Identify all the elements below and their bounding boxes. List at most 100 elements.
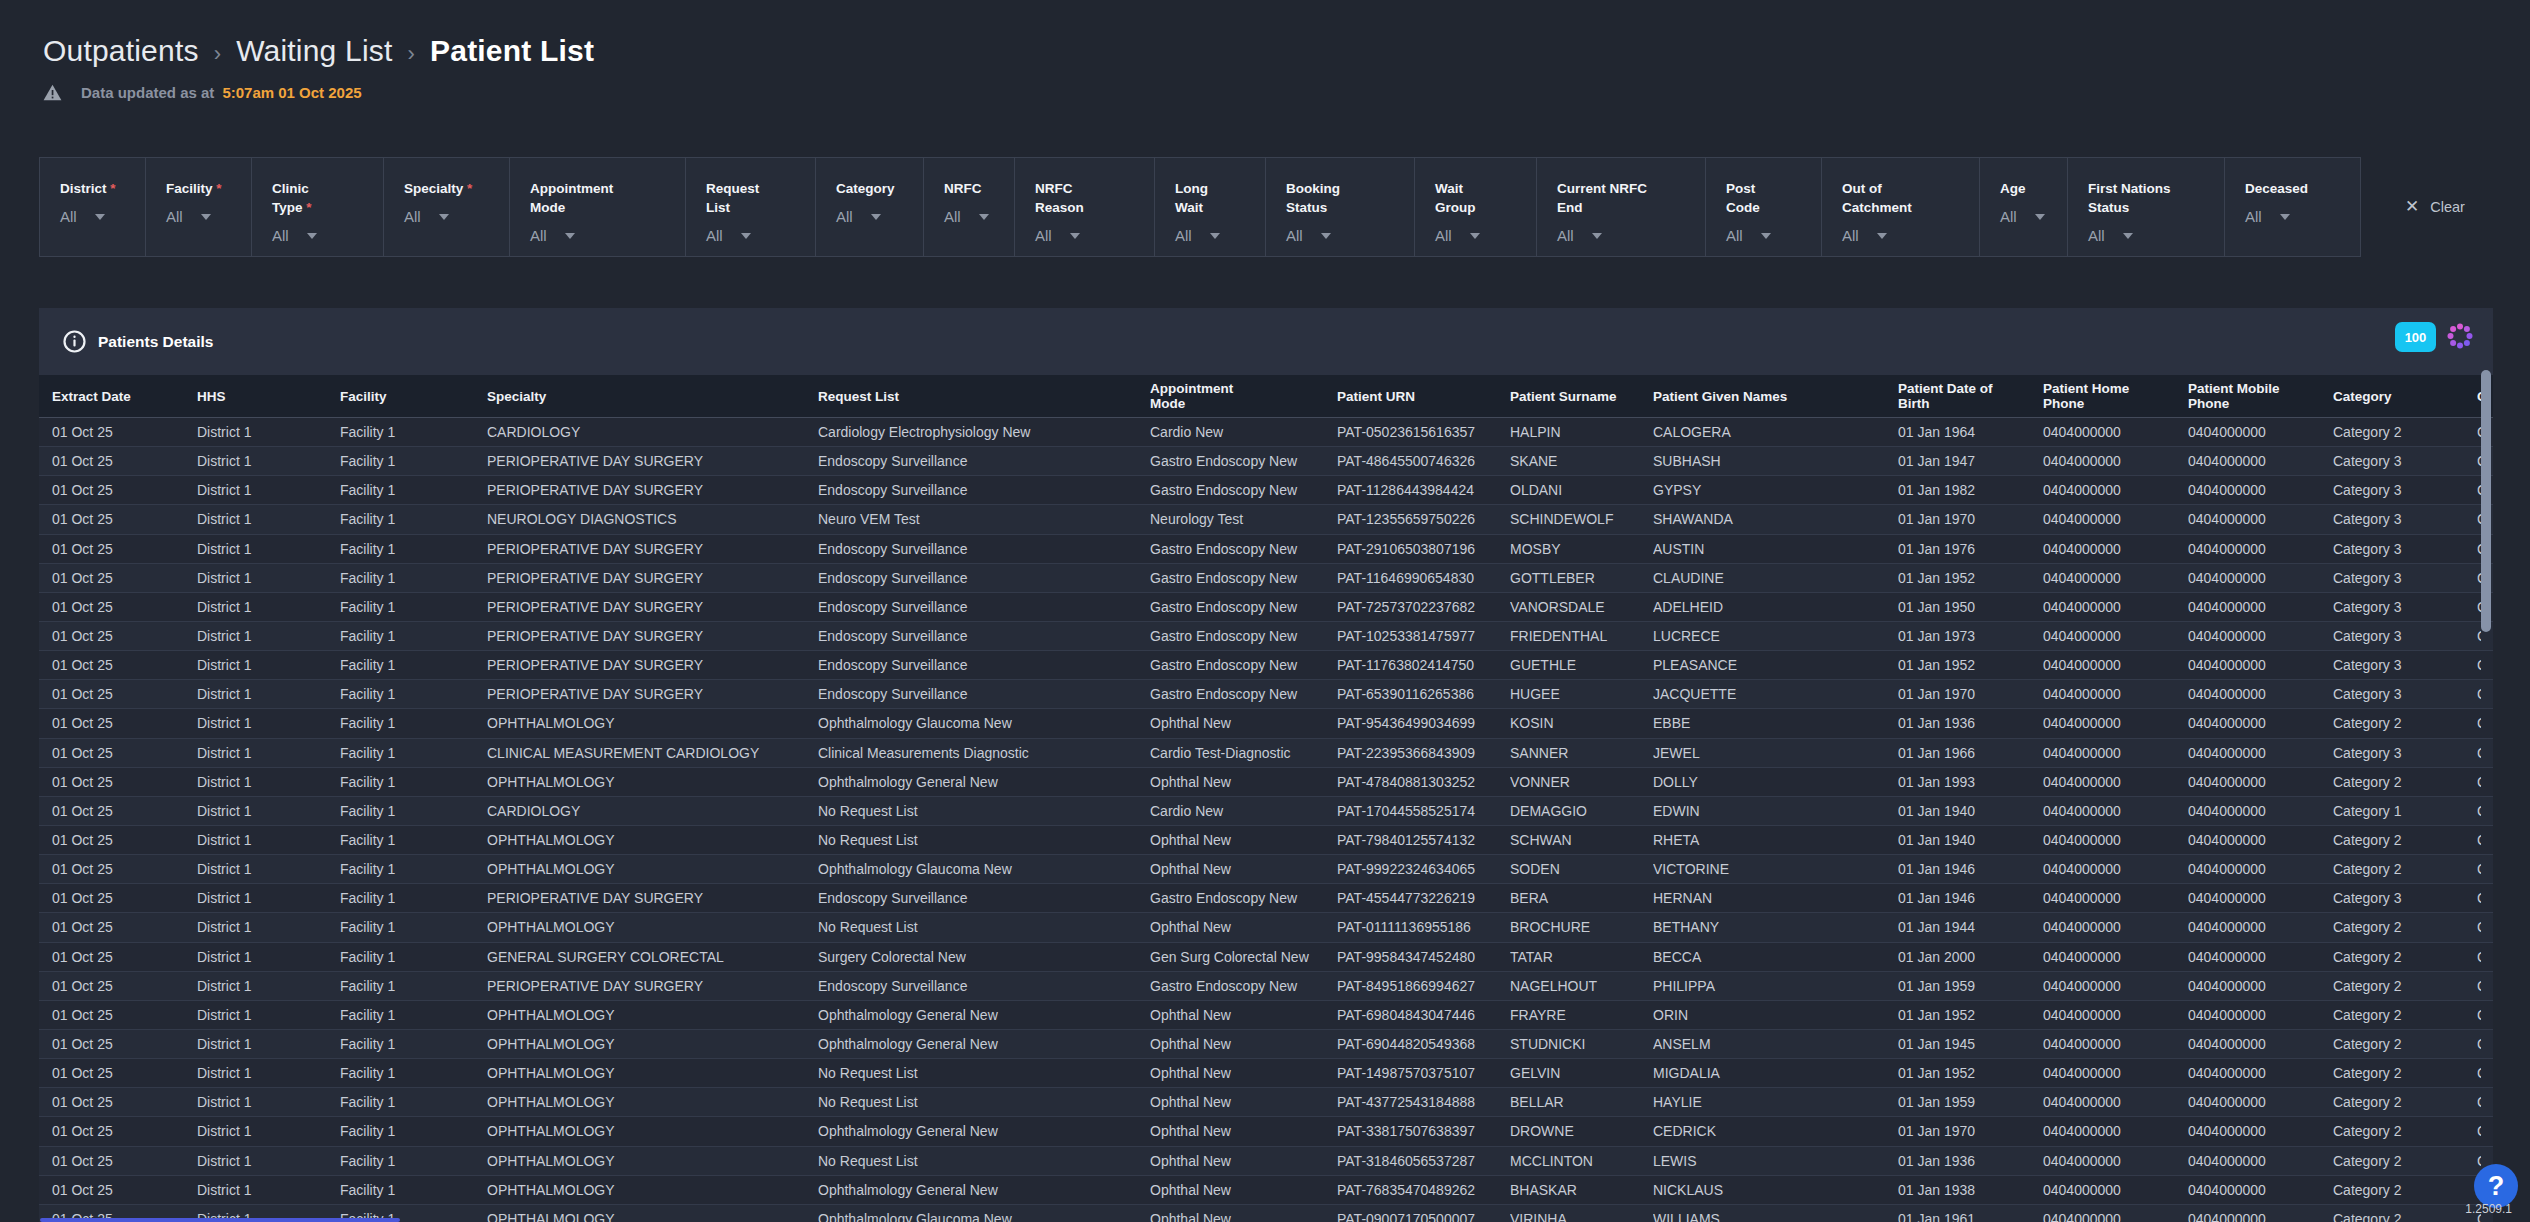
table-row[interactable]: 01 Oct 25District 1Facility 1PERIOPERATI… [39, 476, 2493, 505]
table-row[interactable]: 01 Oct 25District 1Facility 1PERIOPERATI… [39, 651, 2493, 680]
table-row[interactable]: 01 Oct 25District 1Facility 1OPHTHALMOLO… [39, 1117, 2493, 1146]
filter-dropdown-district[interactable]: All [60, 208, 139, 225]
filter-dropdown-booking-status[interactable]: All [1286, 227, 1408, 244]
col-header-given[interactable]: Patient Given Names [1653, 375, 1885, 417]
table-row[interactable]: 01 Oct 25District 1Facility 1OPHTHALMOLO… [39, 1088, 2493, 1117]
col-header-hhs[interactable]: HHS [197, 375, 327, 417]
filter-dropdown-request-list[interactable]: All [706, 227, 809, 244]
col-header-category[interactable]: Category [2333, 375, 2465, 417]
table-row[interactable]: 01 Oct 25District 1Facility 1PERIOPERATI… [39, 535, 2493, 564]
cell-cut: C [2477, 1059, 2481, 1087]
table-row[interactable]: 01 Oct 25District 1Facility 1OPHTHALMOLO… [39, 709, 2493, 738]
cell-category: Category 2 [2333, 1059, 2465, 1087]
cell-specialty: PERIOPERATIVE DAY SURGERY [487, 622, 805, 650]
cell-category: Category 2 [2333, 1088, 2465, 1116]
cell-category: Category 3 [2333, 680, 2465, 708]
filter-dropdown-out-of-catchment[interactable]: All [1842, 227, 1973, 244]
cell-request: Endoscopy Surveillance [818, 680, 1136, 708]
data-updated-notice: Data updated as at 5:07am 01 Oct 2025 [43, 84, 362, 101]
filter-dropdown-nrfc-reason[interactable]: All [1035, 227, 1148, 244]
table-row[interactable]: 01 Oct 25District 1Facility 1OPHTHALMOLO… [39, 826, 2493, 855]
cell-facility: Facility 1 [340, 972, 474, 1000]
cell-facility: Facility 1 [340, 1147, 474, 1175]
filter-dropdown-age[interactable]: All [2000, 208, 2061, 225]
filter-value: All [2000, 208, 2017, 225]
col-header-surname[interactable]: Patient Surname [1510, 375, 1640, 417]
table-row[interactable]: 01 Oct 25District 1Facility 1PERIOPERATI… [39, 447, 2493, 476]
cell-facility: Facility 1 [340, 418, 474, 446]
cell-category: Category 2 [2333, 418, 2465, 446]
filter-dropdown-category[interactable]: All [836, 208, 917, 225]
filter-label: NRFC [944, 179, 1008, 198]
col-header-mobile[interactable]: Patient Mobile Phone [2188, 375, 2320, 417]
table-row[interactable]: 01 Oct 25District 1Facility 1OPHTHALMOLO… [39, 1059, 2493, 1088]
cell-dob: 01 Jan 1945 [1898, 1030, 2030, 1058]
filter-dropdown-current-nrfc-end[interactable]: All [1557, 227, 1699, 244]
cell-hhs: District 1 [197, 622, 327, 650]
col-header-mode[interactable]: Appointment Mode [1150, 375, 1324, 417]
cell-surname: SCHWAN [1510, 826, 1640, 854]
cell-urn: PAT-95436499034699 [1337, 709, 1497, 737]
table-row[interactable]: 01 Oct 25District 1Facility 1GENERAL SUR… [39, 943, 2493, 972]
table-row[interactable]: 01 Oct 25District 1Facility 1OPHTHALMOLO… [39, 768, 2493, 797]
breadcrumb-item[interactable]: Waiting List [236, 34, 392, 68]
cell-dob: 01 Jan 1936 [1898, 1147, 2030, 1175]
filter-dropdown-appointment-mode[interactable]: All [530, 227, 679, 244]
filter-dropdown-clinic-type[interactable]: All [272, 227, 377, 244]
col-header-specialty[interactable]: Specialty [487, 375, 805, 417]
cell-specialty: CARDIOLOGY [487, 418, 805, 446]
filter-dropdown-post-code[interactable]: All [1726, 227, 1815, 244]
breadcrumb-item[interactable]: Outpatients [43, 34, 199, 68]
table-row[interactable]: 01 Oct 25District 1Facility 1CLINICAL ME… [39, 739, 2493, 768]
cell-request: Ophthalmology General New [818, 768, 1136, 796]
cell-category: Category 3 [2333, 505, 2465, 533]
table-row[interactable]: 01 Oct 25District 1Facility 1PERIOPERATI… [39, 884, 2493, 913]
cell-category: Category 2 [2333, 768, 2465, 796]
table-row[interactable]: 01 Oct 25District 1Facility 1NEUROLOGY D… [39, 505, 2493, 534]
cell-given: MIGDALIA [1653, 1059, 1885, 1087]
col-header-urn[interactable]: Patient URN [1337, 375, 1497, 417]
cell-given: JACQUETTE [1653, 680, 1885, 708]
table-row[interactable]: 01 Oct 25District 1Facility 1PERIOPERATI… [39, 972, 2493, 1001]
table-row[interactable]: 01 Oct 25District 1Facility 1OPHTHALMOLO… [39, 1030, 2493, 1059]
filter-dropdown-facility[interactable]: All [166, 208, 245, 225]
cell-home: 0404000000 [2043, 943, 2175, 971]
table-row[interactable]: 01 Oct 25District 1Facility 1PERIOPERATI… [39, 622, 2493, 651]
cell-given: GYPSY [1653, 476, 1885, 504]
filter-dropdown-first-nations-status[interactable]: All [2088, 227, 2218, 244]
table-row[interactable]: 01 Oct 25District 1Facility 1OPHTHALMOLO… [39, 1147, 2493, 1176]
cell-category: Category 2 [2333, 709, 2465, 737]
cell-mode: Gastro Endoscopy New [1150, 564, 1324, 592]
filter-dropdown-wait-group[interactable]: All [1435, 227, 1530, 244]
table-row[interactable]: 01 Oct 25District 1Facility 1OPHTHALMOLO… [39, 1176, 2493, 1205]
filter-dropdown-long-wait[interactable]: All [1175, 227, 1259, 244]
cell-given: VICTORINE [1653, 855, 1885, 883]
horizontal-scrollbar[interactable] [40, 1218, 400, 1222]
table-row[interactable]: 01 Oct 25District 1Facility 1CARDIOLOGYC… [39, 418, 2493, 447]
table-row[interactable]: 01 Oct 25District 1Facility 1PERIOPERATI… [39, 680, 2493, 709]
filter-dropdown-specialty[interactable]: All [404, 208, 503, 225]
table-row[interactable]: 01 Oct 25District 1Facility 1OPHTHALMOLO… [39, 855, 2493, 884]
col-header-facility[interactable]: Facility [340, 375, 474, 417]
col-header-extract[interactable]: Extract Date [52, 375, 184, 417]
table-row[interactable]: 01 Oct 25District 1Facility 1PERIOPERATI… [39, 564, 2493, 593]
table-row[interactable]: 01 Oct 25District 1Facility 1CARDIOLOGYN… [39, 797, 2493, 826]
table-row[interactable]: 01 Oct 25District 1Facility 1OPHTHALMOLO… [39, 1001, 2493, 1030]
filter-long-wait: Long WaitAll [1155, 158, 1266, 256]
cell-mode: Gastro Endoscopy New [1150, 447, 1324, 475]
clear-filters-button[interactable]: ✕ Clear [2405, 198, 2465, 215]
filter-dropdown-deceased[interactable]: All [2245, 208, 2354, 225]
table-row[interactable]: 01 Oct 25District 1Facility 1OPHTHALMOLO… [39, 1205, 2493, 1222]
vertical-scrollbar[interactable] [2481, 370, 2491, 632]
col-header-request[interactable]: Request List [818, 375, 1136, 417]
table-row[interactable]: 01 Oct 25District 1Facility 1PERIOPERATI… [39, 593, 2493, 622]
filter-dropdown-nrfc[interactable]: All [944, 208, 1008, 225]
col-header-dob[interactable]: Patient Date of Birth [1898, 375, 2030, 417]
table-row[interactable]: 01 Oct 25District 1Facility 1OPHTHALMOLO… [39, 913, 2493, 942]
filter-label: Post Code [1726, 179, 1815, 217]
filter-value: All [1035, 227, 1052, 244]
col-header-home[interactable]: Patient Home Phone [2043, 375, 2175, 417]
cell-mode: Ophthal New [1150, 1059, 1324, 1087]
cell-hhs: District 1 [197, 505, 327, 533]
cell-surname: STUDNICKI [1510, 1030, 1640, 1058]
